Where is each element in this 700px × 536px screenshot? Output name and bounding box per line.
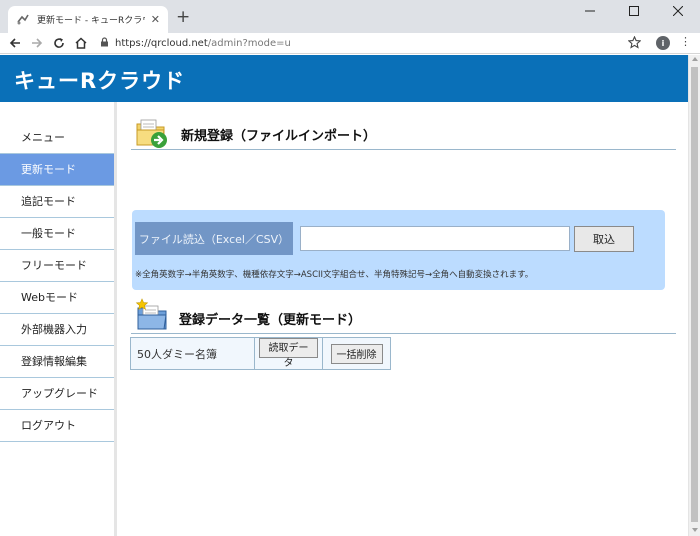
conversion-note: ※全角英数字→半角英数字、機種依存文字→ASCII文字組合せ、半角特殊記号→全角… bbox=[135, 270, 534, 280]
tab-close-icon[interactable]: ✕ bbox=[151, 13, 160, 26]
dataset-name: 50人ダミー名簿 bbox=[130, 337, 255, 370]
sidebar-item-update-mode[interactable]: 更新モード bbox=[0, 154, 114, 186]
new-tab-button[interactable]: + bbox=[176, 7, 190, 27]
url-host: https://qrcloud.net bbox=[115, 37, 208, 49]
browser-tab[interactable]: 更新モード - キューRクラウド ✕ bbox=[8, 6, 168, 33]
lock-icon bbox=[100, 36, 109, 50]
address-bar[interactable]: https://qrcloud.net/admin?mode=u bbox=[100, 34, 645, 52]
bulk-delete-button[interactable]: 一括削除 bbox=[330, 343, 383, 364]
home-icon[interactable] bbox=[72, 35, 90, 51]
file-select-label[interactable]: ファイル読込（Excel／CSV） bbox=[135, 222, 293, 255]
reload-icon[interactable] bbox=[50, 35, 68, 51]
back-arrow-icon[interactable] bbox=[6, 35, 24, 51]
read-data-button[interactable]: 読取データ bbox=[259, 338, 318, 369]
sidebar-item-account-edit[interactable]: 登録情報編集 bbox=[0, 346, 114, 378]
url-path: /admin?mode=u bbox=[207, 37, 291, 49]
sidebar-item-web-mode[interactable]: Webモード bbox=[0, 282, 114, 314]
window-close-icon[interactable] bbox=[656, 0, 700, 22]
scroll-thumb[interactable] bbox=[691, 67, 698, 522]
read-button-cell: 読取データ bbox=[254, 337, 323, 370]
sidebar: メニュー 更新モード 追記モード 一般モード フリーモード Webモード 外部機… bbox=[0, 102, 117, 536]
maximize-icon[interactable] bbox=[612, 0, 656, 22]
scroll-up-arrow-icon[interactable] bbox=[692, 57, 698, 61]
bookmark-star-icon[interactable] bbox=[627, 35, 642, 52]
profile-avatar[interactable]: i bbox=[656, 36, 670, 50]
file-path-input[interactable] bbox=[300, 226, 570, 251]
import-panel: ファイル読込（Excel／CSV） 取込 ※全角英数字→半角英数字、機種依存文字… bbox=[132, 210, 665, 290]
app-header: キューRクラウド bbox=[0, 55, 688, 102]
sidebar-item-menu[interactable]: メニュー bbox=[0, 122, 114, 154]
table-row: 50人ダミー名簿 読取データ 一括削除 bbox=[130, 337, 391, 370]
tab-title: 更新モード - キューRクラウド bbox=[37, 16, 145, 26]
scroll-down-arrow-icon[interactable] bbox=[692, 528, 698, 532]
list-section-header: 登録データ一覧（更新モード） bbox=[131, 298, 676, 335]
sidebar-item-logout[interactable]: ログアウト bbox=[0, 410, 114, 442]
sidebar-item-general-mode[interactable]: 一般モード bbox=[0, 218, 114, 250]
folder-import-icon bbox=[135, 116, 169, 153]
sidebar-item-upgrade[interactable]: アップグレード bbox=[0, 378, 114, 410]
sidebar-item-free-mode[interactable]: フリーモード bbox=[0, 250, 114, 282]
sidebar-menu: メニュー 更新モード 追記モード 一般モード フリーモード Webモード 外部機… bbox=[0, 122, 114, 442]
page-scrollbar[interactable] bbox=[688, 55, 700, 536]
data-list-table: 50人ダミー名簿 読取データ 一括削除 bbox=[130, 337, 391, 370]
sidebar-item-external-device[interactable]: 外部機器入力 bbox=[0, 314, 114, 346]
import-section-header: 新規登録（ファイルインポート） bbox=[131, 116, 676, 150]
main-content: 新規登録（ファイルインポート） ファイル読込（Excel／CSV） 取込 ※全角… bbox=[117, 102, 688, 536]
folder-star-icon bbox=[135, 298, 169, 335]
qr-favicon-icon bbox=[16, 13, 30, 27]
forward-arrow-icon[interactable] bbox=[28, 35, 46, 51]
browser-toolbar: https://qrcloud.net/admin?mode=u i ⋮ bbox=[0, 33, 700, 54]
delete-button-cell: 一括削除 bbox=[322, 337, 391, 370]
browser-tabstrip: 更新モード - キューRクラウド ✕ + bbox=[0, 0, 700, 33]
list-section-title: 登録データ一覧（更新モード） bbox=[179, 313, 362, 328]
app-logo[interactable]: キューRクラウド bbox=[14, 65, 185, 95]
browser-menu-icon[interactable]: ⋮ bbox=[680, 35, 691, 49]
minimize-icon[interactable] bbox=[568, 0, 612, 22]
import-button[interactable]: 取込 bbox=[574, 226, 634, 252]
import-section-title: 新規登録（ファイルインポート） bbox=[181, 129, 377, 144]
sidebar-item-append-mode[interactable]: 追記モード bbox=[0, 186, 114, 218]
url-text: https://qrcloud.net/admin?mode=u bbox=[115, 38, 291, 49]
page-viewport: キューRクラウド メニュー 更新モード 追記モード 一般モード フリーモード W… bbox=[0, 55, 688, 536]
